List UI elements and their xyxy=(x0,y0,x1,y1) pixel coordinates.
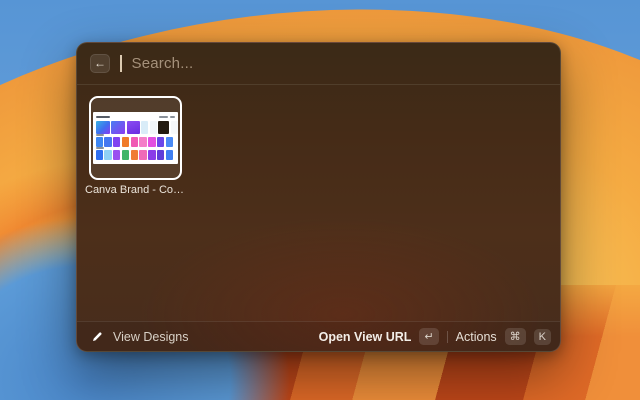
thumb-swatch xyxy=(158,121,169,134)
grid-item-selection-border[interactable] xyxy=(89,96,182,180)
k-key-badge[interactable]: K xyxy=(534,329,551,345)
footer-left: View Designs xyxy=(88,328,189,345)
thumb-swatch xyxy=(148,150,155,160)
thumb-swatch xyxy=(148,137,155,147)
thumb-swatch xyxy=(96,137,103,147)
grid-content: Canva Brand - Color... xyxy=(77,85,560,321)
thumb-swatch xyxy=(166,137,173,147)
thumb-swatch xyxy=(139,150,146,160)
thumb-swatch xyxy=(96,121,110,134)
design-thumbnail xyxy=(93,112,178,164)
text-caret xyxy=(120,55,122,72)
footer-bar: View Designs Open View URL ↵ Actions ⌘ K xyxy=(77,321,560,351)
pencil-icon xyxy=(91,331,103,343)
back-button[interactable]: ← xyxy=(90,54,110,73)
thumb-swatch xyxy=(96,150,103,160)
thumb-swatch xyxy=(131,150,138,160)
thumb-swatch xyxy=(104,137,111,147)
footer-right: Open View URL ↵ Actions ⌘ K xyxy=(319,328,551,345)
desktop: ← Search... xyxy=(0,0,640,400)
thumb-swatch xyxy=(113,137,120,147)
cmd-key-badge[interactable]: ⌘ xyxy=(505,328,526,345)
thumb-swatch xyxy=(113,150,120,160)
launcher-window: ← Search... xyxy=(76,42,561,352)
back-icon: ← xyxy=(94,56,106,70)
thumb-swatch xyxy=(111,121,125,134)
thumb-swatch xyxy=(131,137,138,147)
canva-extension-icon xyxy=(88,328,105,345)
thumb-swatch xyxy=(139,137,146,147)
search-bar: ← Search... xyxy=(77,43,560,85)
command-title: View Designs xyxy=(113,330,189,344)
thumb-header xyxy=(96,115,175,119)
thumb-swatch xyxy=(104,150,111,160)
thumb-swatch xyxy=(157,150,164,160)
thumb-row3 xyxy=(96,150,175,160)
thumb-swatch xyxy=(157,137,164,147)
grid-item-canva-brand[interactable]: Canva Brand - Color... xyxy=(85,96,185,196)
footer-divider xyxy=(447,331,448,343)
thumb-swatch xyxy=(150,121,157,134)
search-input[interactable]: Search... xyxy=(132,55,194,72)
thumb-hero-row xyxy=(96,121,175,134)
thumb-row2 xyxy=(96,137,175,147)
thumb-swatch xyxy=(171,121,178,134)
return-key-badge[interactable]: ↵ xyxy=(419,328,438,345)
thumb-swatch xyxy=(122,150,129,160)
thumb-swatch xyxy=(127,121,140,134)
primary-action-button[interactable]: Open View URL xyxy=(319,330,412,344)
thumb-swatch xyxy=(122,137,129,147)
thumb-swatch xyxy=(141,121,148,134)
thumb-swatch xyxy=(166,150,173,160)
grid-item-label: Canva Brand - Color... xyxy=(85,184,185,196)
actions-button[interactable]: Actions xyxy=(456,330,497,344)
